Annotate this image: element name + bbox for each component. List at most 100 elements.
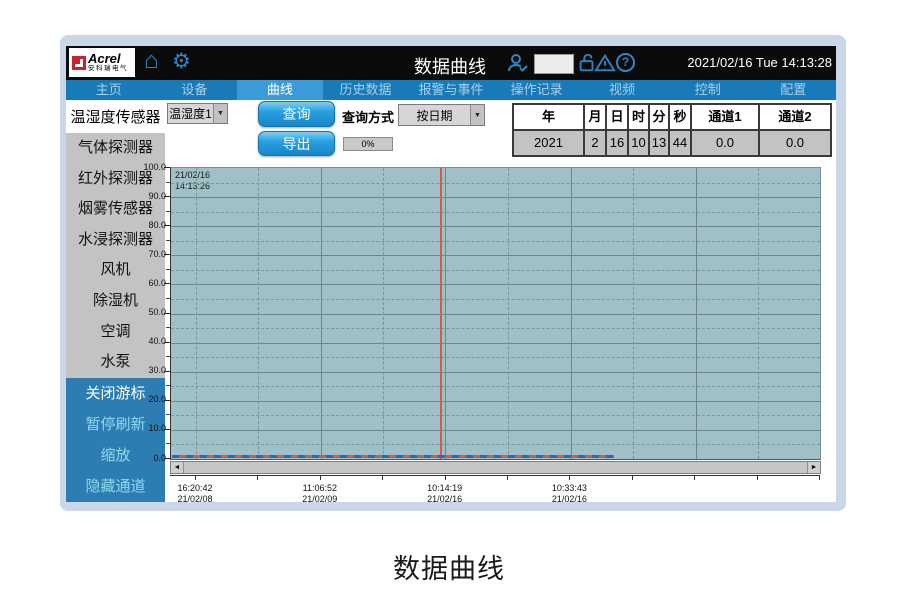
gridline-v-minor <box>508 168 509 459</box>
x-axis-tick <box>569 475 570 480</box>
x-axis-label-time: 10:33:43 <box>536 483 602 494</box>
gridline-h-major <box>171 314 820 315</box>
chart-scrollbar[interactable]: ◄ ► <box>170 461 821 474</box>
scroll-right-icon[interactable]: ► <box>807 462 820 473</box>
y-axis-label: 60.0 <box>128 278 166 289</box>
scroll-left-icon[interactable]: ◄ <box>171 462 184 473</box>
y-axis-major-tick <box>164 342 170 343</box>
datetime-text: 2021/02/16 Tue 14:13:28 <box>687 55 832 70</box>
warning-icon[interactable] <box>594 52 616 74</box>
gridline-h-major <box>171 284 820 285</box>
figure-caption: 数据曲线 <box>0 547 898 586</box>
chart-cursor-line[interactable] <box>440 168 442 459</box>
y-axis-minor-tick <box>166 240 170 241</box>
sidebar: 温湿度传感器气体探测器红外探测器烟雾传感器水浸探测器风机除湿机空调水泵关闭游标暂… <box>66 100 165 502</box>
hmi-screen: Acrel 安科瑞电气 ⌂ ⚙ 数据曲线 <box>66 46 836 502</box>
gridline-v-minor <box>383 168 384 459</box>
gridline-v-minor <box>758 168 759 459</box>
table-header-cell: 日 <box>607 105 629 129</box>
x-axis-tick <box>195 475 196 480</box>
chevron-down-icon[interactable]: ▼ <box>213 104 227 123</box>
gridline-v-major <box>571 168 572 459</box>
table-header-cell: 年 <box>514 105 585 129</box>
table-header-cell: 通道2 <box>760 105 830 129</box>
y-axis-label: 0.0 <box>128 453 166 464</box>
user-check-icon[interactable] <box>506 51 530 75</box>
chevron-down-icon[interactable]: ▼ <box>470 105 484 125</box>
y-axis-major-tick <box>164 458 170 459</box>
x-axis-tick <box>819 475 820 480</box>
sidebar-device-item-1[interactable]: 气体探测器 <box>66 133 165 164</box>
y-axis-minor-tick <box>166 356 170 357</box>
help-icon[interactable]: ? <box>616 53 635 72</box>
table-value-cell: 0.0 <box>760 131 830 155</box>
table-value-cell: 2 <box>585 131 607 155</box>
acrel-logo-icon <box>72 56 86 70</box>
readout-header-row: 年月日时分秒通道1通道2 <box>514 105 830 129</box>
sidebar-device-item-0[interactable]: 温湿度传感器 <box>66 103 165 133</box>
gear-icon[interactable]: ⚙ <box>172 51 191 72</box>
nav-tab-4[interactable]: 报警与事件 <box>408 80 494 100</box>
table-value-cell: 10 <box>629 131 650 155</box>
query-mode-label: 查询方式 <box>342 107 394 126</box>
gridline-v-minor <box>258 168 259 459</box>
brand-name: Acrel <box>88 52 128 65</box>
y-axis-minor-tick <box>166 443 170 444</box>
gridline-h-major <box>171 255 820 256</box>
x-axis-tick <box>694 475 695 480</box>
y-axis-major-tick <box>164 313 170 314</box>
y-axis-label: 10.0 <box>128 423 166 434</box>
readout-value-row: 20212161013440.00.0 <box>514 129 830 155</box>
sidebar-tool-item-3[interactable]: 隐藏通道 <box>66 471 165 502</box>
gridline-h-major <box>171 372 820 373</box>
y-axis-major-tick <box>164 371 170 372</box>
x-axis-label-date: 21/02/08 <box>162 494 228 503</box>
x-axis-label-date: 21/02/16 <box>412 494 478 503</box>
y-axis-minor-tick <box>166 182 170 183</box>
gridline-v-minor <box>196 168 197 459</box>
x-axis-label: 11:06:5221/02/09 <box>287 483 353 502</box>
y-axis-minor-tick <box>166 385 170 386</box>
y-axis-label: 70.0 <box>128 249 166 260</box>
y-axis-label: 40.0 <box>128 336 166 347</box>
nav-tab-5[interactable]: 操作记录 <box>494 80 580 100</box>
gridline-h-minor <box>171 183 820 184</box>
nav-tab-7[interactable]: 控制 <box>665 80 751 100</box>
y-axis-major-tick <box>164 283 170 284</box>
nav-tab-2[interactable]: 曲线 <box>237 80 323 100</box>
x-axis-label: 10:14:1921/02/16 <box>412 483 478 502</box>
x-axis-tick <box>445 475 446 480</box>
nav-tab-3[interactable]: 历史数据 <box>323 80 409 100</box>
home-icon[interactable]: ⌂ <box>144 49 159 73</box>
query-mode-select[interactable]: 按日期 ▼ <box>398 104 485 126</box>
chart-plot-area[interactable]: 21/02/16 14:13:26 <box>170 167 821 460</box>
x-axis-tick <box>257 475 258 480</box>
device-panel: Acrel 安科瑞电气 ⌂ ⚙ 数据曲线 <box>60 35 846 511</box>
sensor-select[interactable]: 温湿度1 ▼ <box>167 103 228 124</box>
gridline-h-minor <box>171 328 820 329</box>
y-axis-minor-tick <box>166 211 170 212</box>
nav-tab-8[interactable]: 配置 <box>751 80 837 100</box>
gridline-h-major <box>171 430 820 431</box>
nav-tab-6[interactable]: 视频 <box>579 80 665 100</box>
cursor-date: 21/02/16 <box>175 170 210 181</box>
gridline-v-major <box>445 168 446 459</box>
nav-tab-0[interactable]: 主页 <box>66 80 152 100</box>
gridline-h-major <box>171 401 820 402</box>
user-field[interactable] <box>534 54 574 74</box>
y-axis-minor-tick <box>166 414 170 415</box>
y-axis-major-tick <box>164 400 170 401</box>
gridline-h-minor <box>171 415 820 416</box>
gridline-h-minor <box>171 386 820 387</box>
export-progress: 0% <box>343 137 393 151</box>
query-button[interactable]: 查询 <box>258 101 335 127</box>
export-button[interactable]: 导出 <box>258 131 335 156</box>
y-axis-minor-tick <box>166 298 170 299</box>
table-header-cell: 通道1 <box>692 105 760 129</box>
x-axis-label: 10:33:4321/02/16 <box>536 483 602 502</box>
table-value-cell: 44 <box>670 131 692 155</box>
x-axis-label-date: 21/02/16 <box>536 494 602 503</box>
table-header-cell: 月 <box>585 105 607 129</box>
nav-tab-1[interactable]: 设备 <box>152 80 238 100</box>
y-axis-major-tick <box>164 254 170 255</box>
